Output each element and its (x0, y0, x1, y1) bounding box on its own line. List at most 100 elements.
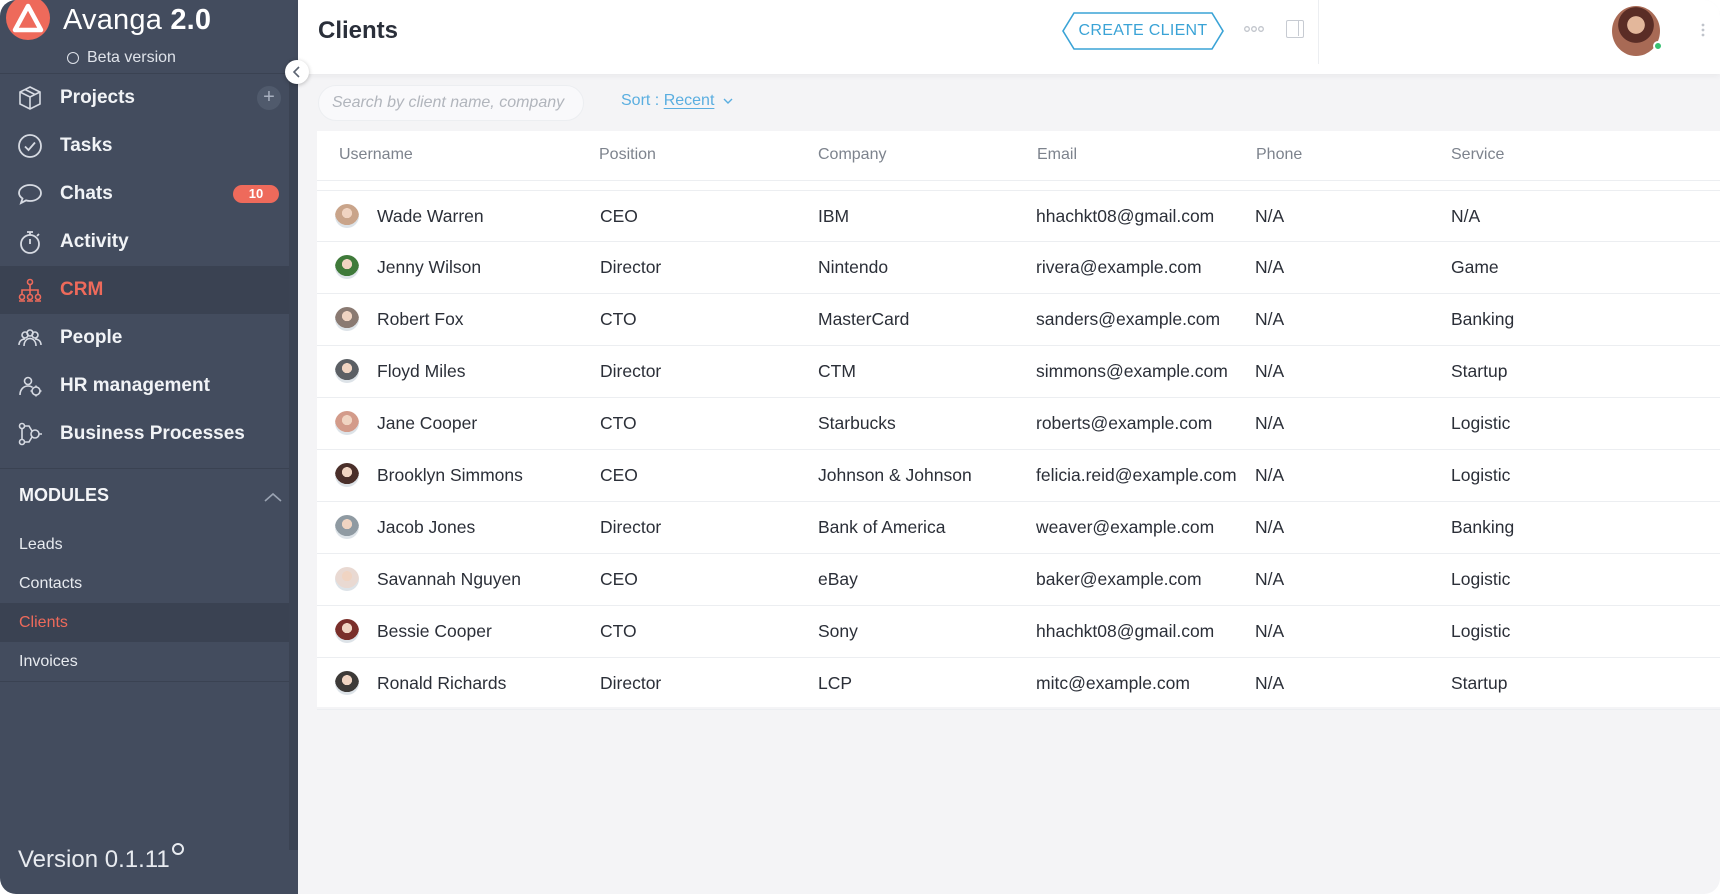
cell-position: CEO (600, 569, 638, 589)
column-header-position[interactable]: Position (599, 146, 656, 164)
cell-service: Logistic (1451, 413, 1511, 433)
kebab-menu-icon[interactable] (1700, 22, 1706, 38)
cell-username: Jenny Wilson (377, 257, 482, 277)
brand-version: 2.0 (170, 4, 212, 36)
client-avatar (335, 411, 359, 435)
table-row[interactable]: Ronald Richards Director LCP mitc@example.c… (317, 658, 1720, 710)
table-row[interactable]: Bessie Cooper CTO Sony hhachkt08@gmail.com N… (317, 606, 1720, 658)
cell-position: CTO (600, 413, 637, 433)
modules-heading: MODULES (19, 485, 109, 505)
brand-header: Avanga 2.0 Beta version (0, 0, 298, 74)
module-item-invoices[interactable]: Invoices (0, 642, 289, 681)
cell-service: Logistic (1451, 621, 1511, 641)
column-header-service[interactable]: Service (1451, 146, 1504, 164)
module-item-leads[interactable]: Leads (0, 525, 289, 564)
cell-username: Jacob Jones (377, 517, 476, 537)
cell-company: Sony (818, 621, 858, 641)
sidebar-item-people[interactable]: People (0, 314, 289, 362)
table-row[interactable]: Jacob Jones Director Bank of America weaver… (317, 502, 1720, 554)
module-item-label: Contacts (19, 574, 83, 592)
sidebar-item-label: Activity (60, 231, 129, 252)
table-row[interactable]: Wade Warren CEO IBM hhachkt08@gmail.com N/A N… (317, 190, 1720, 242)
cell-position: Director (600, 673, 662, 693)
sidebar-item-projects[interactable]: Projects + (0, 74, 289, 122)
beta-circle-icon (67, 52, 79, 64)
module-item-label: Clients (19, 613, 68, 631)
column-header-email[interactable]: Email (1037, 146, 1077, 164)
avanga-logo-icon (6, 0, 50, 40)
create-client-button[interactable]: CREATE CLIENT (1062, 12, 1224, 50)
collapse-sidebar-button[interactable] (285, 60, 309, 84)
cell-email: baker@example.com (1036, 569, 1202, 589)
sidebar-item-label: Chats (60, 183, 113, 204)
sidebar-item-tasks[interactable]: Tasks (0, 122, 289, 170)
client-avatar (335, 307, 359, 331)
sidebar: Avanga 2.0 Beta version Projects + Tasks (0, 0, 298, 894)
column-header-username[interactable]: Username (339, 146, 413, 164)
brand-title: Avanga 2.0 (63, 4, 211, 37)
sidebar-item-label: HR management (60, 375, 210, 396)
client-avatar (335, 463, 359, 487)
sort-value: Recent (663, 92, 715, 109)
top-bar: Clients CREATE CLIENT (298, 0, 1720, 74)
hr-management-icon (16, 372, 44, 400)
crm-hierarchy-icon (16, 276, 44, 304)
sidebar-item-hr-management[interactable]: HR management (0, 362, 289, 410)
cell-position: CEO (600, 465, 638, 485)
sidebar-item-business-processes[interactable]: Business Processes (0, 410, 289, 458)
module-item-label: Leads (19, 535, 63, 553)
sidebar-divider (0, 681, 289, 682)
cell-company: Bank of America (818, 517, 946, 537)
column-header-phone[interactable]: Phone (1256, 146, 1302, 164)
cell-username: Brooklyn Simmons (377, 465, 523, 485)
cell-phone: N/A (1255, 361, 1285, 381)
add-project-button[interactable]: + (257, 86, 281, 110)
cell-username: Bessie Cooper (377, 621, 492, 641)
cell-service: Logistic (1451, 569, 1511, 589)
cell-position: Director (600, 361, 662, 381)
sidebar-item-label: Business Processes (60, 423, 245, 444)
client-avatar (335, 671, 359, 695)
toggle-panel-icon[interactable] (1286, 20, 1304, 38)
more-options-icon[interactable] (1243, 24, 1265, 34)
table-row[interactable]: Floyd Miles Director CTM simmons@example.co… (317, 346, 1720, 398)
app-window: Avanga 2.0 Beta version Projects + Tasks (0, 0, 1720, 894)
module-item-label: Invoices (19, 652, 78, 670)
table-row[interactable]: Brooklyn Simmons CEO Johnson & Johnson feli… (317, 450, 1720, 502)
module-item-contacts[interactable]: Contacts (0, 564, 289, 603)
sidebar-item-chats[interactable]: Chats 10 (0, 170, 289, 218)
table-header: Username Position Company Email Phone Se… (317, 131, 1720, 181)
sidebar-scrollbar[interactable] (289, 60, 298, 850)
beta-indicator: Beta version (67, 49, 176, 67)
cell-phone: N/A (1255, 569, 1285, 589)
table-row[interactable]: Jane Cooper CTO Starbucks roberts@example.c… (317, 398, 1720, 450)
sort-prefix: Sort : (621, 92, 664, 109)
chevron-up-icon[interactable] (263, 490, 283, 504)
module-item-clients[interactable]: Clients (0, 603, 289, 642)
column-header-company[interactable]: Company (818, 146, 886, 164)
table-row[interactable]: Robert Fox CTO MasterCard sanders@example.c… (317, 294, 1720, 346)
cell-email: weaver@example.com (1036, 517, 1215, 537)
process-icon (16, 420, 44, 448)
online-status-icon (1653, 41, 1663, 51)
sidebar-item-activity[interactable]: Activity (0, 218, 289, 266)
cell-email: roberts@example.com (1036, 413, 1213, 433)
cell-service: Banking (1451, 517, 1515, 537)
version-text: Version 0.1.11 (18, 846, 170, 873)
client-avatar (335, 255, 359, 279)
cell-company: Nintendo (818, 257, 889, 277)
sort-dropdown[interactable]: Sort : Recent (621, 92, 733, 110)
cell-email: rivera@example.com (1036, 257, 1202, 277)
chats-unread-badge: 10 (233, 185, 279, 203)
sidebar-item-label: Tasks (60, 135, 113, 156)
table-row[interactable]: Savannah Nguyen CEO eBay baker@example.com N… (317, 554, 1720, 606)
chevron-left-icon (292, 66, 300, 78)
cell-username: Robert Fox (377, 309, 464, 329)
sidebar-item-crm[interactable]: CRM (0, 266, 289, 314)
cell-company: LCP (818, 673, 853, 693)
search-input[interactable] (318, 85, 584, 121)
cell-phone: N/A (1255, 673, 1285, 693)
cell-company: Starbucks (818, 413, 896, 433)
sidebar-item-label: Projects (60, 87, 135, 108)
table-row[interactable]: Jenny Wilson Director Nintendo rivera@examp… (317, 242, 1720, 294)
